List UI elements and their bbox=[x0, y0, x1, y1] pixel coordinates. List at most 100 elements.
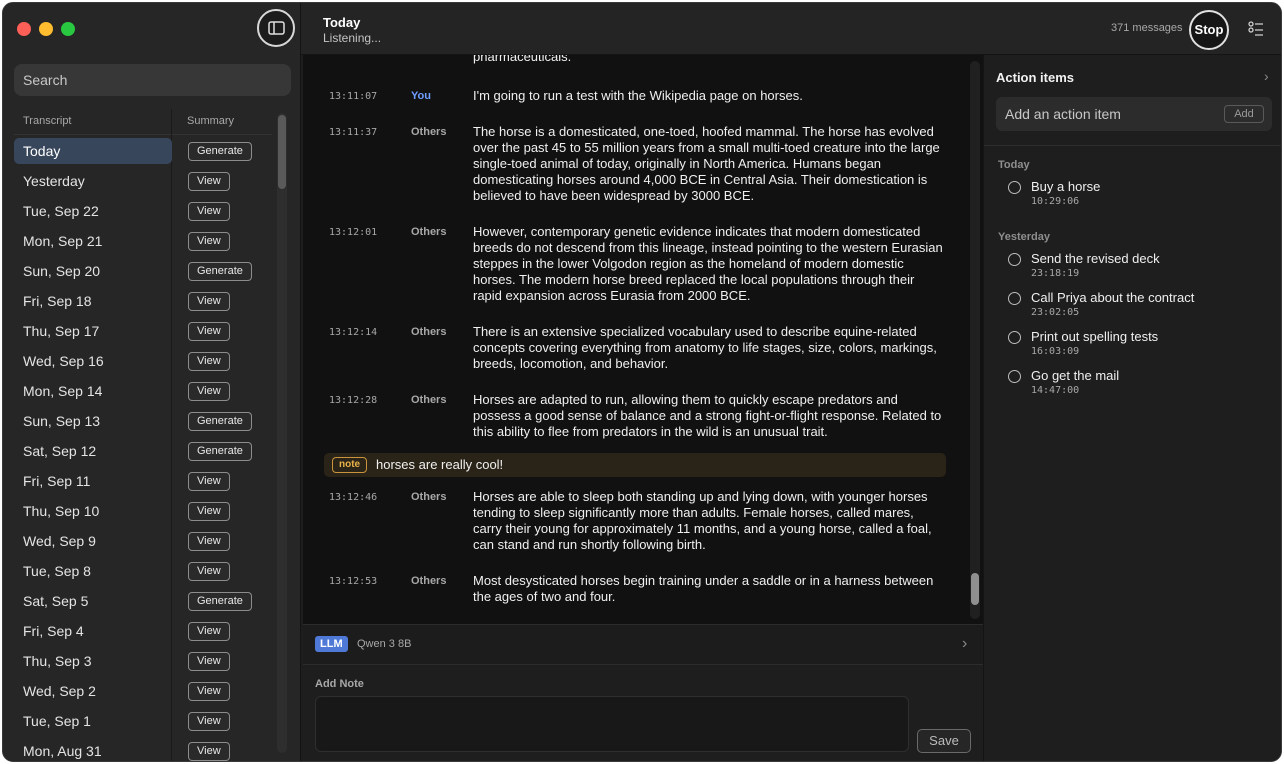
day-label[interactable]: Wed, Sep 16 bbox=[14, 348, 172, 374]
action-group-label: Today bbox=[998, 159, 1030, 171]
header-divider bbox=[14, 134, 272, 135]
chevron-right-icon[interactable]: › bbox=[962, 635, 967, 653]
entry-timestamp: 13:11:07 bbox=[329, 91, 378, 102]
llm-model-name: Qwen 3 8B bbox=[357, 638, 412, 650]
day-label[interactable]: Thu, Sep 10 bbox=[14, 498, 172, 524]
llm-selector[interactable]: LLM Qwen 3 8B › bbox=[303, 624, 983, 665]
day-label[interactable]: Fri, Sep 11 bbox=[14, 468, 172, 494]
generate-summary-button[interactable]: Generate bbox=[188, 412, 252, 431]
day-label[interactable]: Sat, Sep 12 bbox=[14, 438, 172, 464]
day-label[interactable]: Sun, Sep 13 bbox=[14, 408, 172, 434]
day-label[interactable]: Sat, Sep 5 bbox=[14, 588, 172, 614]
day-label[interactable]: Mon, Sep 21 bbox=[14, 228, 172, 254]
generate-summary-button[interactable]: Generate bbox=[188, 262, 252, 281]
action-item-input[interactable]: Add an action item Add bbox=[996, 97, 1272, 131]
day-label[interactable]: Wed, Sep 2 bbox=[14, 678, 172, 704]
view-summary-button[interactable]: View bbox=[188, 502, 230, 521]
day-row[interactable]: Tue, Sep 22 View bbox=[14, 196, 274, 226]
transcript-scrollbar[interactable] bbox=[970, 61, 980, 619]
generate-summary-button[interactable]: Generate bbox=[188, 592, 252, 611]
sidebar-scrollbar[interactable] bbox=[277, 113, 287, 753]
day-row[interactable]: Sat, Sep 12 Generate bbox=[14, 436, 274, 466]
chevron-right-icon[interactable]: › bbox=[1264, 68, 1269, 84]
day-label[interactable]: Yesterday bbox=[14, 168, 172, 194]
entry-speaker: Others bbox=[411, 326, 447, 338]
action-item-time: 14:47:00 bbox=[1031, 385, 1080, 396]
minimize-window-button[interactable] bbox=[39, 22, 53, 36]
view-summary-button[interactable]: View bbox=[188, 292, 230, 311]
checkbox-circle-icon[interactable] bbox=[1008, 253, 1021, 266]
add-note-label: Add Note bbox=[315, 678, 364, 690]
checkbox-circle-icon[interactable] bbox=[1008, 331, 1021, 344]
day-row[interactable]: Wed, Sep 16 View bbox=[14, 346, 274, 376]
stop-button[interactable]: Stop bbox=[1189, 10, 1229, 50]
day-label[interactable]: Fri, Sep 18 bbox=[14, 288, 172, 314]
entry-text: Most desysticated horses begin training … bbox=[473, 573, 934, 604]
view-summary-button[interactable]: View bbox=[188, 202, 230, 221]
note-input[interactable] bbox=[315, 696, 909, 752]
day-row[interactable]: Sun, Sep 13 Generate bbox=[14, 406, 274, 436]
view-summary-button[interactable]: View bbox=[188, 742, 230, 761]
day-row[interactable]: Thu, Sep 3 View bbox=[14, 646, 274, 676]
action-items-title: Action items bbox=[996, 70, 1075, 85]
day-label[interactable]: Today bbox=[14, 138, 172, 164]
save-button[interactable]: Save bbox=[917, 729, 971, 753]
day-label[interactable]: Fri, Sep 4 bbox=[14, 618, 172, 644]
checkbox-circle-icon[interactable] bbox=[1008, 370, 1021, 383]
entry-text: However, contemporary genetic evidence i… bbox=[473, 224, 943, 303]
sidebar-toggle-button[interactable] bbox=[257, 9, 295, 47]
day-label[interactable]: Sun, Sep 20 bbox=[14, 258, 172, 284]
action-item-label: Call Priya about the contract bbox=[1031, 290, 1195, 305]
view-summary-button[interactable]: View bbox=[188, 382, 230, 401]
view-summary-button[interactable]: View bbox=[188, 322, 230, 341]
note-tag: note bbox=[332, 457, 368, 473]
search-input[interactable]: Search bbox=[14, 64, 291, 96]
day-row[interactable]: Sun, Sep 20 Generate bbox=[14, 256, 274, 286]
view-summary-button[interactable]: View bbox=[188, 232, 230, 251]
day-row[interactable]: Thu, Sep 10 View bbox=[14, 496, 274, 526]
action-item-placeholder: Add an action item bbox=[1005, 106, 1121, 122]
view-summary-button[interactable]: View bbox=[188, 682, 230, 701]
day-row[interactable]: Today Generate bbox=[14, 136, 274, 166]
checkbox-circle-icon[interactable] bbox=[1008, 181, 1021, 194]
day-row[interactable]: Fri, Sep 18 View bbox=[14, 286, 274, 316]
generate-summary-button[interactable]: Generate bbox=[188, 142, 252, 161]
add-action-item-button[interactable]: Add bbox=[1224, 105, 1264, 123]
checkbox-circle-icon[interactable] bbox=[1008, 292, 1021, 305]
day-label[interactable]: Thu, Sep 3 bbox=[14, 648, 172, 674]
view-summary-button[interactable]: View bbox=[188, 472, 230, 491]
close-window-button[interactable] bbox=[17, 22, 31, 36]
action-list-icon[interactable] bbox=[1247, 20, 1265, 38]
day-row[interactable]: Mon, Sep 14 View bbox=[14, 376, 274, 406]
sidebar-scrollbar-thumb[interactable] bbox=[278, 115, 286, 189]
entry-text: Horses are adapted to run, allowing them… bbox=[473, 392, 942, 439]
day-label[interactable]: Tue, Sep 8 bbox=[14, 558, 172, 584]
view-summary-button[interactable]: View bbox=[188, 652, 230, 671]
day-label[interactable]: Thu, Sep 17 bbox=[14, 318, 172, 344]
transcript-scrollbar-thumb[interactable] bbox=[971, 573, 979, 605]
view-summary-button[interactable]: View bbox=[188, 532, 230, 551]
day-row[interactable]: Mon, Aug 31 View bbox=[14, 736, 274, 761]
generate-summary-button[interactable]: Generate bbox=[188, 442, 252, 461]
view-summary-button[interactable]: View bbox=[188, 712, 230, 731]
day-row[interactable]: Fri, Sep 11 View bbox=[14, 466, 274, 496]
view-summary-button[interactable]: View bbox=[188, 172, 230, 191]
view-summary-button[interactable]: View bbox=[188, 622, 230, 641]
day-row[interactable]: Mon, Sep 21 View bbox=[14, 226, 274, 256]
day-row[interactable]: Sat, Sep 5 Generate bbox=[14, 586, 274, 616]
day-label[interactable]: Tue, Sep 22 bbox=[14, 198, 172, 224]
day-label[interactable]: Wed, Sep 9 bbox=[14, 528, 172, 554]
day-row[interactable]: Wed, Sep 9 View bbox=[14, 526, 274, 556]
view-summary-button[interactable]: View bbox=[188, 562, 230, 581]
day-label[interactable]: Tue, Sep 1 bbox=[14, 708, 172, 734]
day-row[interactable]: Fri, Sep 4 View bbox=[14, 616, 274, 646]
day-row[interactable]: Yesterday View bbox=[14, 166, 274, 196]
day-label[interactable]: Mon, Aug 31 bbox=[14, 738, 172, 761]
day-row[interactable]: Tue, Sep 8 View bbox=[14, 556, 274, 586]
day-row[interactable]: Thu, Sep 17 View bbox=[14, 316, 274, 346]
zoom-window-button[interactable] bbox=[61, 22, 75, 36]
day-row[interactable]: Wed, Sep 2 View bbox=[14, 676, 274, 706]
day-label[interactable]: Mon, Sep 14 bbox=[14, 378, 172, 404]
day-row[interactable]: Tue, Sep 1 View bbox=[14, 706, 274, 736]
view-summary-button[interactable]: View bbox=[188, 352, 230, 371]
